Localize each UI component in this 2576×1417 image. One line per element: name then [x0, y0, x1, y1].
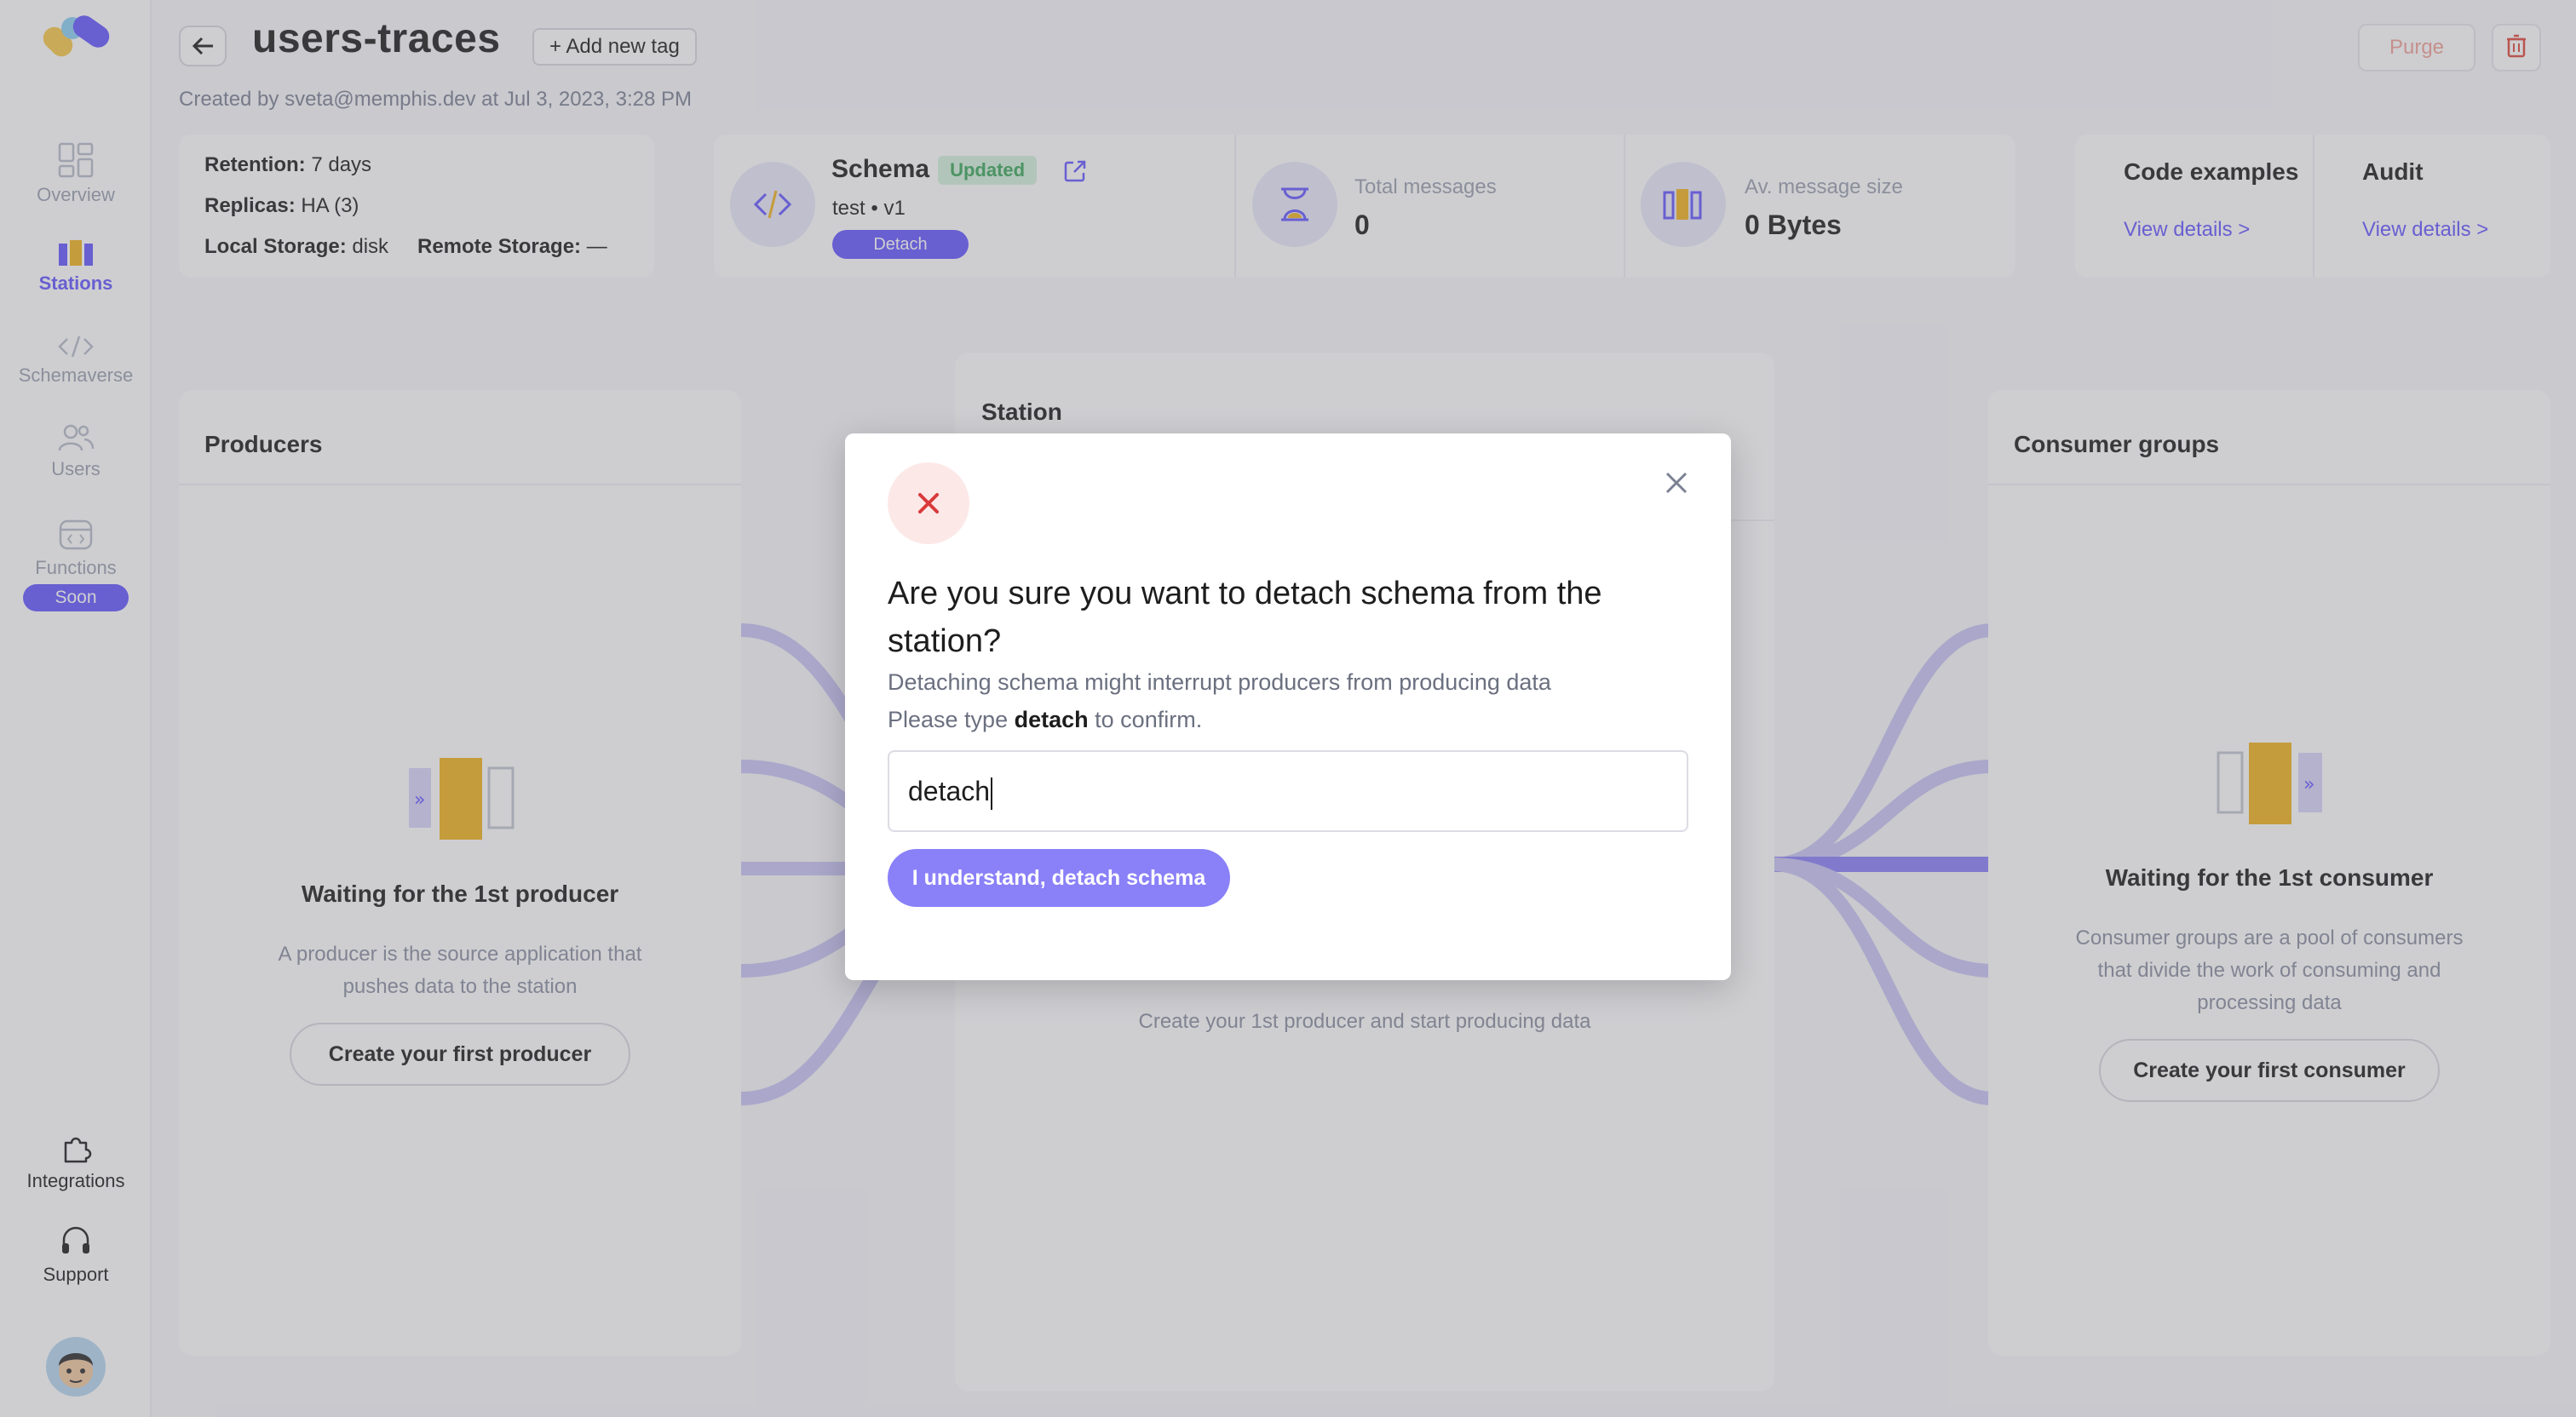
modal-close-button[interactable] [1659, 466, 1693, 500]
modal-confirm-instruction: Please type detach to confirm. [888, 707, 1203, 732]
modal-description: Detaching schema might interrupt produce… [888, 669, 1551, 695]
close-icon [1665, 472, 1688, 494]
text-caret [991, 777, 993, 810]
confirm-text-input[interactable]: detach [888, 750, 1688, 832]
close-icon [918, 493, 939, 513]
modal-title: Are you sure you want to detach schema f… [888, 576, 1602, 659]
modal-alert-circle [888, 462, 969, 544]
confirm-detach-button[interactable]: I understand, detach schema [888, 849, 1230, 907]
confirm-keyword: detach [1014, 707, 1089, 732]
detach-schema-modal: Are you sure you want to detach schema f… [845, 433, 1731, 980]
